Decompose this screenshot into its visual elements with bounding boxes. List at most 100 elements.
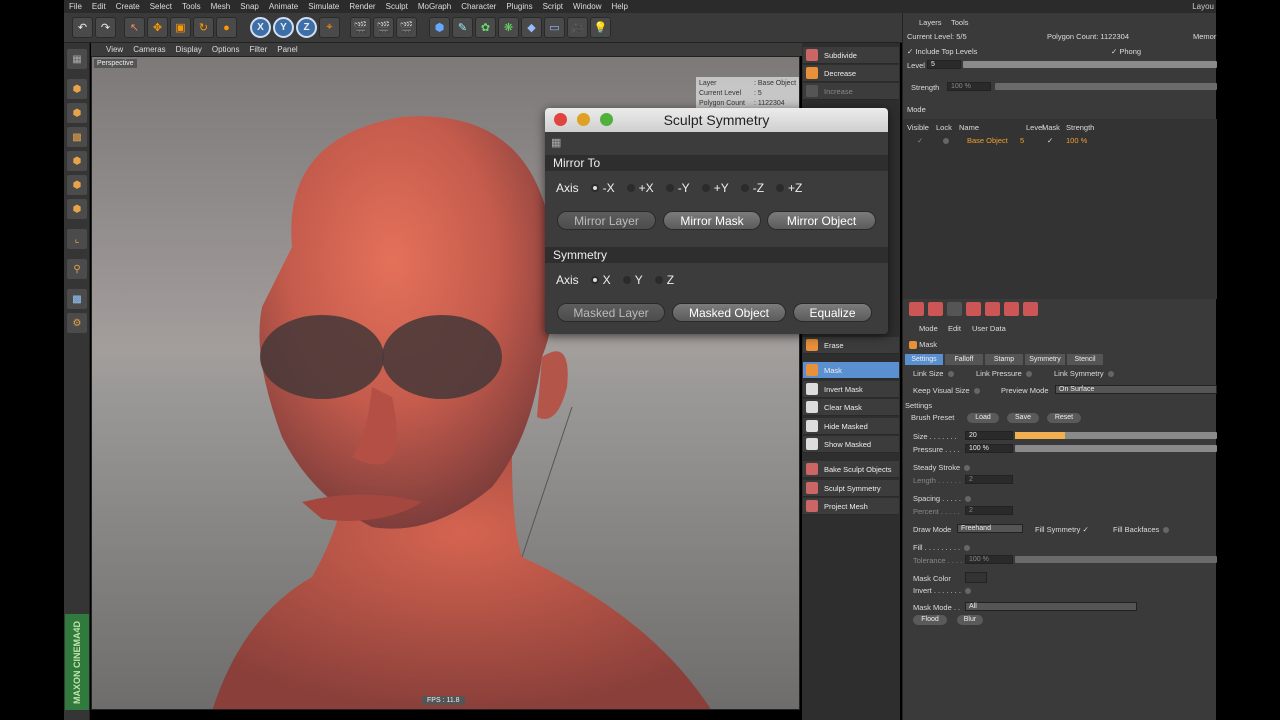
viewport-menu-display[interactable]: Display	[171, 45, 207, 54]
close-icon[interactable]	[554, 113, 567, 126]
masked-object-button[interactable]: Masked Object	[672, 303, 786, 322]
link-size-check[interactable]	[947, 371, 954, 378]
radio-plus-z[interactable]	[776, 184, 785, 192]
deformer-icon[interactable]: ◆	[521, 17, 542, 38]
tweak-mode-icon[interactable]: ⚲	[67, 259, 87, 279]
subdivision-icon[interactable]: ✿	[475, 17, 496, 38]
clear-mask-button[interactable]: Clear Mask	[803, 399, 899, 416]
attr-menu-mode[interactable]: Mode	[919, 324, 938, 333]
tab-stencil[interactable]: Stencil	[1067, 354, 1103, 365]
keep-visual-size-check[interactable]	[973, 388, 980, 395]
reset-button[interactable]: Reset	[1047, 413, 1081, 423]
z-axis-lock-icon[interactable]: Z	[296, 17, 317, 38]
mask-mode-select[interactable]: All	[965, 602, 1137, 611]
layer-tool-icon[interactable]	[985, 302, 1000, 316]
radio-plus-x[interactable]	[626, 184, 635, 192]
tab-layers[interactable]: Layers	[919, 18, 942, 27]
dialog-titlebar[interactable]: Sculpt Symmetry	[545, 108, 888, 132]
viewport-menu-cameras[interactable]: Cameras	[128, 45, 170, 54]
level-field[interactable]: 5	[927, 60, 961, 69]
mirror-object-button[interactable]: Mirror Object	[767, 211, 876, 230]
menu-mograph[interactable]: MoGraph	[413, 2, 456, 11]
workplane-mode-icon[interactable]: ▩	[67, 127, 87, 147]
cube-icon[interactable]: ⬢	[429, 17, 450, 38]
radio-plus-y[interactable]	[701, 184, 710, 192]
steady-stroke-check[interactable]	[964, 465, 971, 472]
viewport-menu-view[interactable]: View	[101, 45, 128, 54]
menu-plugins[interactable]: Plugins	[501, 2, 537, 11]
menu-mesh[interactable]: Mesh	[206, 2, 236, 11]
tolerance-field[interactable]: 100 %	[965, 555, 1013, 564]
menu-snap[interactable]: Snap	[235, 2, 264, 11]
grip-icon[interactable]: ▦	[551, 136, 565, 150]
fill-symmetry[interactable]: Fill Symmetry ✓	[1035, 525, 1089, 534]
radio-minus-z[interactable]	[740, 184, 749, 192]
radio-sym-x[interactable]	[590, 276, 599, 284]
menu-animate[interactable]: Animate	[264, 2, 303, 11]
keep-visual-size[interactable]: Keep Visual Size	[913, 386, 982, 395]
points-mode-icon[interactable]: ⬢	[67, 151, 87, 171]
menu-character[interactable]: Character	[456, 2, 501, 11]
load-button[interactable]: Load	[967, 413, 999, 423]
radio-sym-z[interactable]	[654, 276, 663, 284]
level-slider[interactable]	[963, 61, 1217, 68]
layer-mask-check[interactable]: ✓	[1047, 136, 1053, 145]
menu-select[interactable]: Select	[145, 2, 177, 11]
recent-tools-icon[interactable]: ●	[216, 17, 237, 38]
draw-mode-select[interactable]: Freehand	[957, 524, 1023, 533]
move-icon[interactable]: ✥	[147, 17, 168, 38]
invert-check[interactable]	[965, 588, 972, 595]
show-masked-button[interactable]: Show Masked	[803, 436, 899, 453]
light-icon[interactable]: 💡	[590, 17, 611, 38]
scale-icon[interactable]: ▣	[170, 17, 191, 38]
fill[interactable]: Fill . . . . . . . . .	[913, 543, 972, 552]
axis-mode-icon[interactable]: ⌞	[67, 229, 87, 249]
layer-lock-check[interactable]	[943, 138, 949, 144]
floor-icon[interactable]: ▭	[544, 17, 565, 38]
blur-button[interactable]: Blur	[957, 615, 983, 625]
tab-tools[interactable]: Tools	[951, 18, 969, 27]
increase-button[interactable]: Increase	[803, 83, 899, 100]
strength-slider[interactable]	[995, 83, 1217, 90]
x-axis-lock-icon[interactable]: X	[250, 17, 271, 38]
render-view-icon[interactable]: 🎬	[350, 17, 371, 38]
model-mode-icon[interactable]: ⬢	[67, 79, 87, 99]
tab-stamp[interactable]: Stamp	[985, 354, 1023, 365]
flood-button[interactable]: Flood	[913, 615, 947, 625]
tolerance-slider[interactable]	[1015, 556, 1217, 563]
layer-row[interactable]: ✓ Base Object 5 ✓ 100 %	[903, 135, 1217, 147]
link-pressure-check[interactable]	[1025, 371, 1032, 378]
include-top-levels-checkbox[interactable]: ✓ Include Top Levels	[907, 47, 977, 56]
tab-symmetry[interactable]: Symmetry	[1025, 354, 1065, 365]
hide-masked-button[interactable]: Hide Masked	[803, 418, 899, 435]
percent-field[interactable]: 2	[965, 506, 1013, 515]
invert-mask-button[interactable]: Invert Mask	[803, 381, 899, 398]
edges-mode-icon[interactable]: ⬢	[67, 175, 87, 195]
tab-settings[interactable]: Settings	[905, 354, 943, 365]
link-symmetry-check[interactable]	[1107, 371, 1114, 378]
size-slider[interactable]	[1015, 432, 1217, 439]
layout-label[interactable]: Layou	[1192, 2, 1214, 11]
equalize-button[interactable]: Equalize	[793, 303, 872, 322]
snap-icon[interactable]: ▩	[67, 289, 87, 309]
link-pressure[interactable]: Link Pressure	[976, 369, 1034, 378]
erase-button[interactable]: Erase	[803, 337, 899, 354]
menu-edit[interactable]: Edit	[87, 2, 111, 11]
undo-icon[interactable]: ↶	[72, 17, 93, 38]
menu-simulate[interactable]: Simulate	[303, 2, 344, 11]
mirror-layer-button[interactable]: Mirror Layer	[557, 211, 656, 230]
decrease-button[interactable]: Decrease	[803, 65, 899, 82]
viewport-menu-options[interactable]: Options	[207, 45, 245, 54]
attr-menu-edit[interactable]: Edit	[948, 324, 961, 333]
menu-window[interactable]: Window	[568, 2, 606, 11]
preview-mode-select[interactable]: On Surface	[1055, 385, 1217, 394]
strength-field[interactable]: 100 %	[947, 82, 991, 91]
phong-checkbox[interactable]: ✓ Phong	[1111, 47, 1141, 56]
sculpt-icon[interactable]: ⚙	[67, 313, 87, 333]
fill-backfaces[interactable]: Fill Backfaces	[1113, 525, 1171, 534]
delete-layer-icon[interactable]	[947, 302, 962, 316]
live-selection-icon[interactable]: ↖	[124, 17, 145, 38]
fill-backfaces-check[interactable]	[1163, 527, 1170, 534]
radio-minus-y[interactable]	[665, 184, 674, 192]
coordinate-system-icon[interactable]: ⌖	[319, 17, 340, 38]
